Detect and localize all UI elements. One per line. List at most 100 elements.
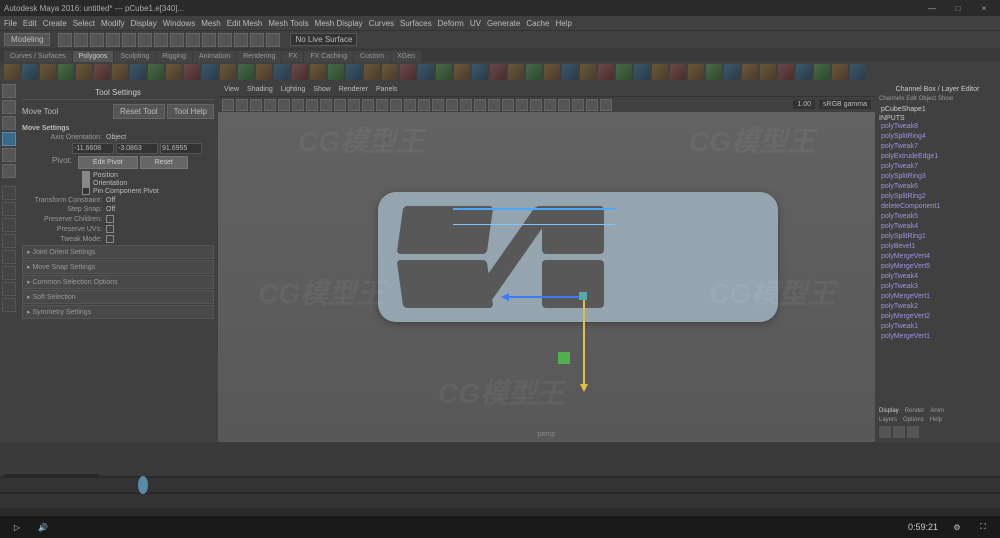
- input-node[interactable]: polyTweak6: [879, 182, 996, 192]
- shelf-tab-sculpting[interactable]: Sculpting: [114, 51, 155, 62]
- pivot-x-input[interactable]: [72, 143, 114, 154]
- manip-x-axis[interactable]: [508, 296, 583, 298]
- vp-icon-16[interactable]: [446, 99, 458, 111]
- shelf-tab-custom[interactable]: Custom: [354, 51, 390, 62]
- manip-y-arrow-icon[interactable]: [580, 384, 588, 392]
- shelf-icon-45[interactable]: [814, 64, 830, 80]
- pin-component-check[interactable]: [82, 187, 90, 195]
- vp-icon-9[interactable]: [348, 99, 360, 111]
- input-node[interactable]: polyTweak4: [879, 272, 996, 282]
- status-icon-10[interactable]: [218, 33, 232, 47]
- mesh-pcube1[interactable]: [378, 192, 778, 322]
- shelf-icon-9[interactable]: [166, 64, 182, 80]
- shelf-icon-34[interactable]: [616, 64, 632, 80]
- input-node[interactable]: polyTweak2: [879, 302, 996, 312]
- play-icon[interactable]: ▷: [10, 520, 24, 534]
- vp-icon-18[interactable]: [474, 99, 486, 111]
- shelf-icon-15[interactable]: [274, 64, 290, 80]
- menu-uv[interactable]: UV: [470, 19, 481, 28]
- vp-icon-15[interactable]: [432, 99, 444, 111]
- input-node[interactable]: polyTweak7: [879, 162, 996, 172]
- input-node[interactable]: polyTweak3: [879, 282, 996, 292]
- vp-icon-14[interactable]: [418, 99, 430, 111]
- transform-constraint-dd[interactable]: Off: [106, 197, 115, 204]
- vp-icon-17[interactable]: [460, 99, 472, 111]
- shelf-icon-16[interactable]: [292, 64, 308, 80]
- menu-generate[interactable]: Generate: [487, 19, 520, 28]
- shelf-icon-4[interactable]: [76, 64, 92, 80]
- pivot-z-input[interactable]: [160, 143, 202, 154]
- input-node[interactable]: polySplitRing2: [879, 192, 996, 202]
- vp-icon-13[interactable]: [404, 99, 416, 111]
- cb-tab-channels[interactable]: Channels: [879, 96, 904, 102]
- status-icon-11[interactable]: [234, 33, 248, 47]
- fullscreen-icon[interactable]: ⛶: [976, 520, 990, 534]
- menu-cache[interactable]: Cache: [526, 19, 549, 28]
- menu-curves[interactable]: Curves: [369, 19, 394, 28]
- shelf-tab-polygons[interactable]: Polygons: [73, 51, 114, 62]
- close-button[interactable]: ×: [972, 1, 996, 15]
- layout-hypershade[interactable]: [2, 282, 16, 296]
- vp-icon-10[interactable]: [362, 99, 374, 111]
- vp-icon-20[interactable]: [502, 99, 514, 111]
- shelf-tab-rigging[interactable]: Rigging: [156, 51, 192, 62]
- shelf-icon-40[interactable]: [724, 64, 740, 80]
- shelf-tab-xgen[interactable]: XGen: [391, 51, 421, 62]
- layer-menu-layers[interactable]: Layers: [879, 417, 897, 423]
- cb-tab-edit[interactable]: Edit: [906, 96, 916, 102]
- shelf-icon-13[interactable]: [238, 64, 254, 80]
- layer-menu-options[interactable]: Options: [903, 417, 924, 423]
- collapse-joint-orient-settings[interactable]: ▸ Joint Orient Settings: [22, 245, 214, 259]
- settings-icon[interactable]: ⚙: [950, 520, 964, 534]
- shelf-icon-6[interactable]: [112, 64, 128, 80]
- shelf-icon-35[interactable]: [634, 64, 650, 80]
- input-node[interactable]: polyExtrudeEdge1: [879, 152, 996, 162]
- reset-tool-button[interactable]: Reset Tool: [113, 104, 165, 119]
- shelf-icon-31[interactable]: [562, 64, 578, 80]
- layout-two-stack[interactable]: [2, 234, 16, 248]
- status-icon-13[interactable]: [266, 33, 280, 47]
- menu-mesh-display[interactable]: Mesh Display: [315, 19, 363, 28]
- layout-four[interactable]: [2, 202, 16, 216]
- axis-orientation-value[interactable]: Object: [106, 134, 126, 141]
- manip-x-arrow-icon[interactable]: [501, 293, 509, 301]
- vp-icon-19[interactable]: [488, 99, 500, 111]
- shelf-tab-animation[interactable]: Animation: [193, 51, 236, 62]
- layer-tab-anim[interactable]: Anim: [930, 408, 944, 414]
- collapse-move-snap-settings[interactable]: ▸ Move Snap Settings: [22, 260, 214, 274]
- status-icon-0[interactable]: [58, 33, 72, 47]
- vp-icon-0[interactable]: [222, 99, 234, 111]
- shelf-icon-39[interactable]: [706, 64, 722, 80]
- shelf-icon-18[interactable]: [328, 64, 344, 80]
- tool-help-button[interactable]: Tool Help: [167, 104, 214, 119]
- menu-mesh[interactable]: Mesh: [201, 19, 221, 28]
- select-tool[interactable]: [2, 84, 16, 98]
- menu-create[interactable]: Create: [43, 19, 67, 28]
- shelf-icon-19[interactable]: [346, 64, 362, 80]
- layout-graph[interactable]: [2, 266, 16, 280]
- exposure-field[interactable]: 1.00: [793, 100, 815, 109]
- shelf-icon-42[interactable]: [760, 64, 776, 80]
- input-node[interactable]: polyMergeVert4: [879, 252, 996, 262]
- shelf-icon-32[interactable]: [580, 64, 596, 80]
- shelf-icon-5[interactable]: [94, 64, 110, 80]
- layer-menu-help[interactable]: Help: [930, 417, 942, 423]
- status-icon-9[interactable]: [202, 33, 216, 47]
- rotate-tool[interactable]: [2, 148, 16, 162]
- layout-single[interactable]: [2, 186, 16, 200]
- menu-windows[interactable]: Windows: [163, 19, 195, 28]
- shelf-tab-curves-surfaces[interactable]: Curves / Surfaces: [4, 51, 72, 62]
- shelf-icon-0[interactable]: [4, 64, 20, 80]
- input-node[interactable]: polyBevel1: [879, 242, 996, 252]
- vp-menu-panels[interactable]: Panels: [376, 86, 397, 93]
- vp-icon-8[interactable]: [334, 99, 346, 111]
- step-snap-dd[interactable]: Off: [106, 206, 115, 213]
- shelf-icon-24[interactable]: [436, 64, 452, 80]
- vp-icon-25[interactable]: [572, 99, 584, 111]
- orientation-check[interactable]: [82, 179, 90, 187]
- input-node[interactable]: polyMergeVert5: [879, 262, 996, 272]
- edit-pivot-button[interactable]: Edit Pivot: [78, 156, 138, 169]
- move-tool[interactable]: [2, 132, 16, 146]
- minimize-button[interactable]: —: [920, 1, 944, 15]
- menu-modify[interactable]: Modify: [101, 19, 125, 28]
